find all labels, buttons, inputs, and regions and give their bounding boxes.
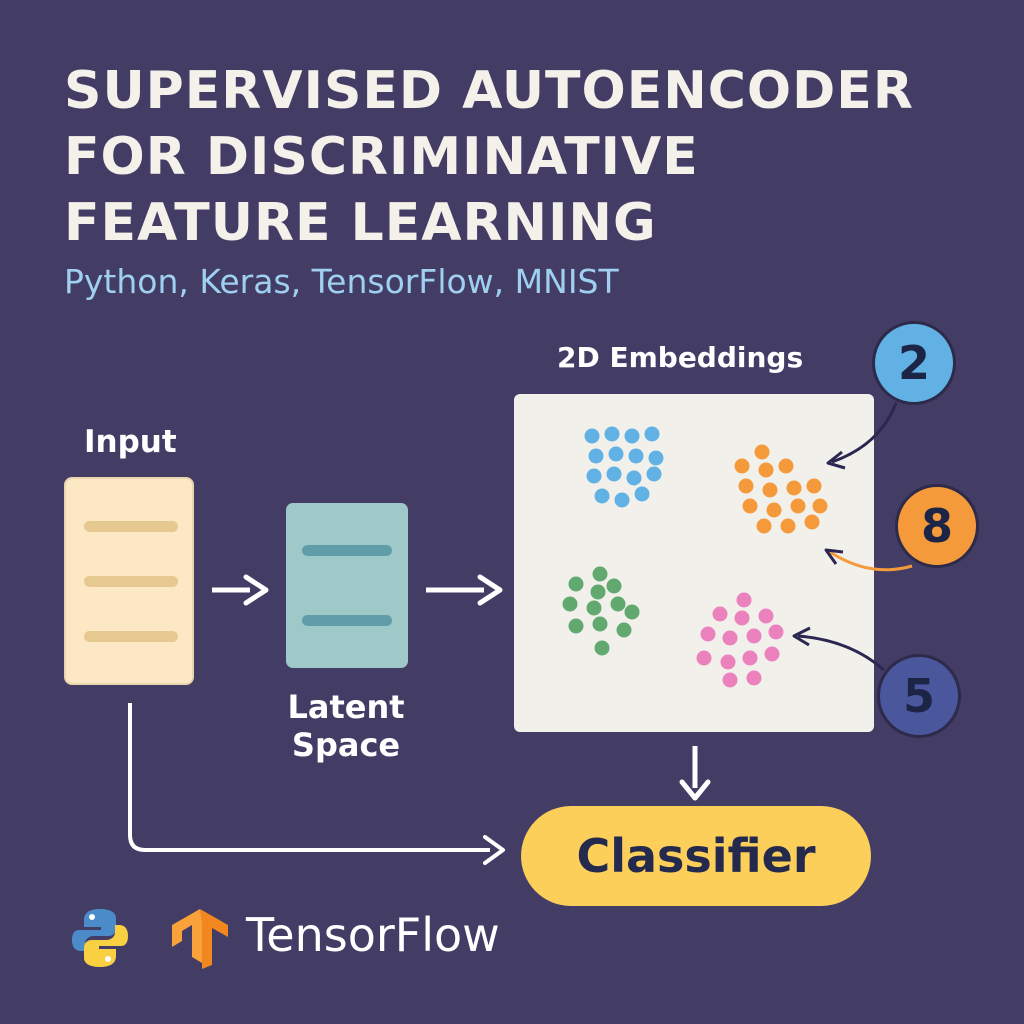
arrow-latent-to-embeddings: [426, 574, 503, 606]
tensorflow-wordmark: TensorFlow: [246, 908, 500, 962]
arrow-input-to-latent: [212, 574, 269, 606]
pointer-badge-5: [792, 626, 885, 672]
pointer-badge-2: [826, 402, 898, 470]
arrows-overlay: [128, 402, 913, 865]
tensorflow-logo-icon: [172, 909, 228, 969]
python-logo-icon: [72, 909, 128, 967]
arrow-embeddings-to-classifier: [679, 746, 711, 801]
arrow-input-skip-to-classifier: [128, 703, 505, 865]
pointer-badge-8: [824, 548, 913, 572]
